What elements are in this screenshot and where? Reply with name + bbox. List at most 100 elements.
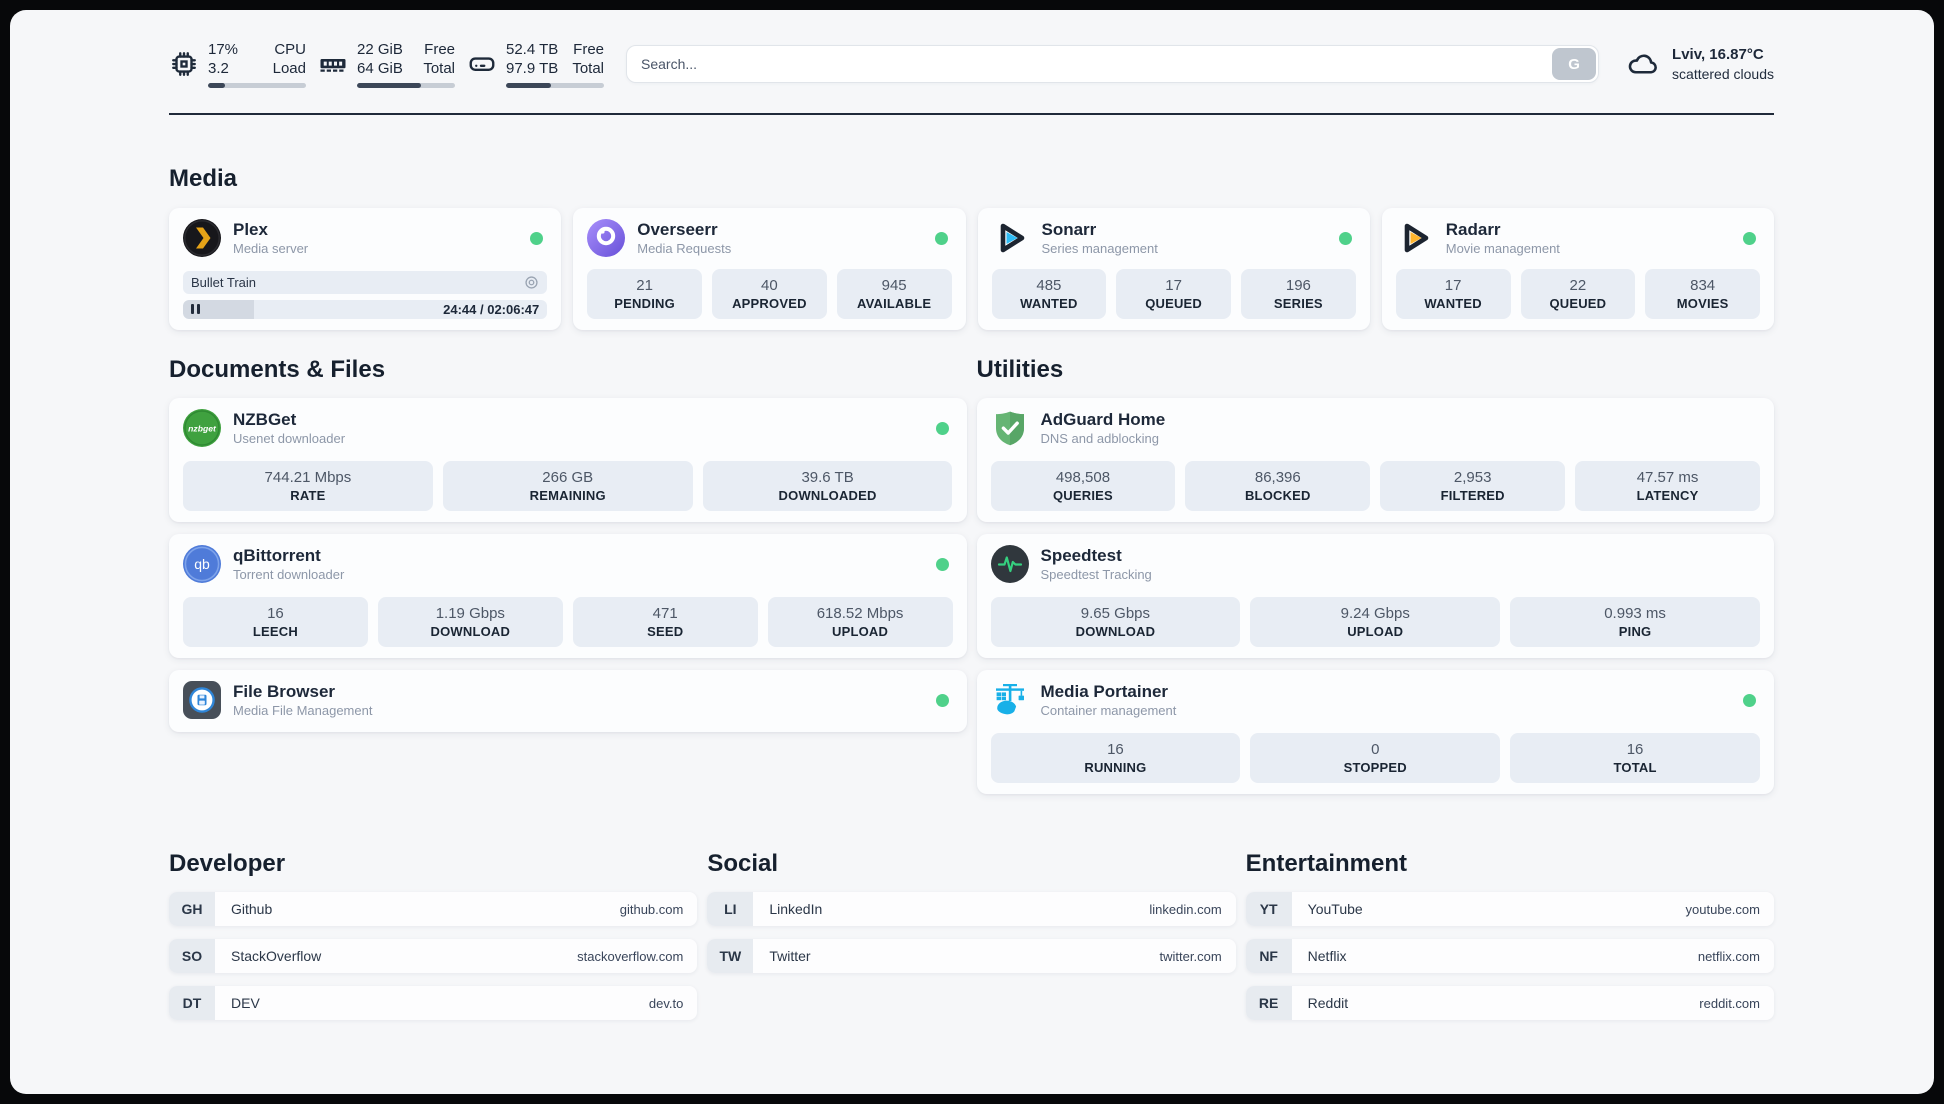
stat-downloaded: 39.6 TB DOWNLOADED <box>702 461 953 511</box>
section-utilities: Utilities AdGuard Home DNS and adblockin… <box>976 356 1774 794</box>
adguard-icon <box>991 409 1029 447</box>
bookmark-name: YouTube <box>1307 901 1363 917</box>
portainer-icon <box>991 681 1029 719</box>
app-card-speedtest[interactable]: Speedtest Speedtest Tracking 9.65 Gbps DO… <box>976 534 1774 658</box>
svg-text:qb: qb <box>194 556 210 572</box>
stat-available: 945 AVAILABLE <box>836 269 952 319</box>
bookmark-name: Netflix <box>1307 948 1347 964</box>
app-card-overseerr[interactable]: Overseerr Media Requests 21 PENDING 40 APP… <box>573 208 966 330</box>
svg-text:nzbget: nzbget <box>188 424 217 434</box>
search-engine-button[interactable]: G <box>1552 48 1597 80</box>
app-subtitle: Torrent downloader <box>233 567 345 582</box>
app-subtitle: Container management <box>1040 703 1177 718</box>
bookmark-abbr: LI <box>707 892 754 926</box>
status-indicator <box>530 231 544 245</box>
header-divider <box>169 113 1774 115</box>
app-card-filebrowser[interactable]: File Browser Media File Management <box>169 670 967 732</box>
system-metrics: 17% CPU 3.2 Load 22 GiB Free 64 GiB Total <box>169 40 604 88</box>
app-card-nzbget[interactable]: nzbget NZBGet Usenet downloader 744.21 M… <box>169 398 967 522</box>
bookmark-youtube[interactable]: YT YouTube youtube.com <box>1245 892 1774 926</box>
search-bar: G <box>626 45 1600 83</box>
bookmark-reddit[interactable]: RE Reddit reddit.com <box>1245 986 1774 1020</box>
app-subtitle: Media server <box>233 241 309 256</box>
stat-filtered: 2,953 FILTERED <box>1380 461 1566 511</box>
bookmark-github[interactable]: GH Github github.com <box>169 892 698 926</box>
app-name: Media Portainer <box>1040 682 1169 701</box>
bookmark-abbr: TW <box>707 939 754 973</box>
ram-metric: 22 GiB Free 64 GiB Total <box>318 40 455 88</box>
bookmark-name: LinkedIn <box>769 901 823 917</box>
section-documents: Documents & Files nzbget NZBGet Usenet d… <box>169 356 967 732</box>
disk-label-2: Total <box>572 60 604 77</box>
stat-wanted: 485 WANTED <box>991 269 1107 319</box>
bookmark-name: Github <box>231 901 273 917</box>
section-title-documents: Documents & Files <box>169 356 386 383</box>
weather-location-temp: Lviv, 16.87°C <box>1672 46 1764 63</box>
bookmark-abbr: RE <box>1245 986 1292 1020</box>
stat-download: 1.19 Gbps DOWNLOAD <box>377 597 563 647</box>
search-input[interactable] <box>626 45 1600 83</box>
bookmark-twitter[interactable]: TW Twitter twitter.com <box>707 939 1236 973</box>
app-subtitle: Media Requests <box>637 241 732 256</box>
section-title-social: Social <box>707 850 779 877</box>
cpu-progress-fill <box>208 83 225 88</box>
section-title-utilities: Utilities <box>976 356 1064 383</box>
app-card-sonarr[interactable]: Sonarr Series management 485 WANTED 17 QUE… <box>977 208 1370 330</box>
disk-progress-fill <box>506 83 552 88</box>
bookmarks-developer: Developer GH Github github.com SO StackO… <box>169 850 698 1020</box>
pause-icon[interactable] <box>191 304 200 315</box>
status-indicator <box>1743 231 1756 245</box>
stat-total: 16 TOTAL <box>1510 733 1760 783</box>
section-title-developer: Developer <box>169 850 286 877</box>
stat-download: 9.65 Gbps DOWNLOAD <box>990 597 1241 647</box>
cloud-icon <box>1625 46 1661 82</box>
ram-icon <box>318 49 348 79</box>
app-name: Speedtest <box>1040 546 1122 565</box>
section-title-entertainment: Entertainment <box>1245 850 1408 877</box>
stat-queries: 498,508 QUERIES <box>990 461 1176 511</box>
bookmark-netflix[interactable]: NF Netflix netflix.com <box>1245 939 1774 973</box>
app-card-portainer[interactable]: Media Portainer Container management 16 R… <box>976 670 1774 794</box>
bookmark-abbr: GH <box>169 892 215 926</box>
bookmark-url: stackoverflow.com <box>577 948 684 964</box>
bookmark-name: Twitter <box>769 948 811 964</box>
dashboard: 17% CPU 3.2 Load 22 GiB Free 64 GiB Total <box>10 10 1934 1094</box>
cpu-label-2: Load <box>272 60 306 77</box>
bookmark-linkedin[interactable]: LI LinkedIn linkedin.com <box>707 892 1236 926</box>
app-subtitle: Speedtest Tracking <box>1040 567 1152 582</box>
stat-series: 196 SERIES <box>1241 269 1356 319</box>
cpu-metric: 17% CPU 3.2 Load <box>169 40 306 88</box>
app-card-adguard[interactable]: AdGuard Home DNS and adblocking 498,508 Q… <box>976 398 1774 522</box>
app-subtitle: Media File Management <box>233 703 373 718</box>
stat-remaining: 266 GB REMAINING <box>442 461 693 511</box>
cpu-load: 3.2 <box>208 60 229 77</box>
now-playing-progress-bar[interactable]: 24:44 / 02:06:47 <box>183 299 548 319</box>
ram-progress-bar <box>357 83 455 88</box>
app-card-plex[interactable]: Plex Media server Bullet Train 24:44 / 0… <box>169 208 562 330</box>
bookmark-name: Reddit <box>1307 995 1349 1011</box>
app-card-radarr[interactable]: Radarr Movie management 17 WANTED 22 QUEUE… <box>1381 208 1774 330</box>
disk-total: 97.9 TB <box>506 60 559 77</box>
disk-free: 52.4 TB <box>506 41 559 58</box>
radarr-icon <box>1396 219 1434 257</box>
now-playing-time: 24:44 / 02:06:47 <box>443 301 540 317</box>
stat-movies: 834 MOVIES <box>1645 269 1760 319</box>
bookmark-dev[interactable]: DT DEV dev.to <box>169 986 698 1020</box>
app-name: qBittorrent <box>233 546 321 565</box>
bookmark-stackoverflow[interactable]: SO StackOverflow stackoverflow.com <box>169 939 698 973</box>
disk-label-1: Free <box>573 41 604 58</box>
cpu-progress-bar <box>208 83 306 88</box>
plex-icon <box>183 219 221 257</box>
overseerr-icon <box>587 219 626 257</box>
status-indicator <box>1743 693 1756 707</box>
stat-ping: 0.993 ms PING <box>1510 597 1760 647</box>
app-subtitle: DNS and adblocking <box>1040 431 1160 446</box>
bookmark-name: DEV <box>231 995 260 1011</box>
top-bar: 17% CPU 3.2 Load 22 GiB Free 64 GiB Total <box>169 36 1774 92</box>
ram-free: 22 GiB <box>357 41 403 58</box>
stat-stopped: 0 STOPPED <box>1250 733 1501 783</box>
stat-latency: 47.57 ms LATENCY <box>1575 461 1760 511</box>
app-card-qbittorrent[interactable]: qb qBittorrent Torrent downloader 16 LEEC… <box>169 534 967 658</box>
section-media: Media Plex Media server Bullet Train 24:… <box>169 165 1774 330</box>
bookmarks-entertainment: Entertainment YT YouTube youtube.com NF … <box>1245 850 1774 1020</box>
